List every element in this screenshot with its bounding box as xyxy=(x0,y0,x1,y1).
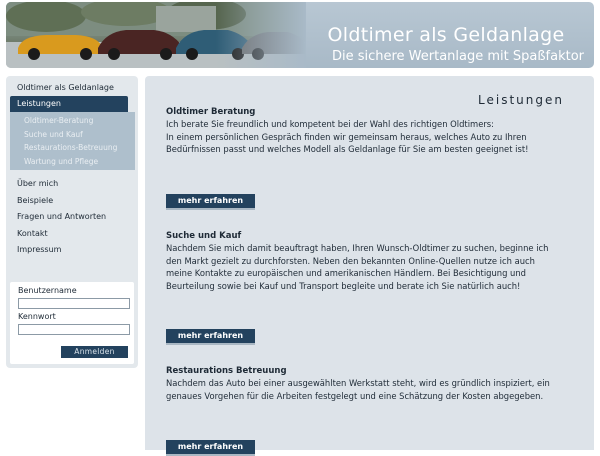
section-line: Ich berate Sie freundlich und kompetent … xyxy=(166,119,494,129)
section-text: Ich berate Sie freundlich und kompetent … xyxy=(166,118,571,156)
more-button-suche-und-kauf[interactable]: mehr erfahren xyxy=(166,329,255,345)
subnav-leistungen: Oldtimer-Beratung Suche und Kauf Restaur… xyxy=(10,112,135,170)
section-restaurations-betreuung: Restaurations Betreuung Nachdem das Auto… xyxy=(166,366,571,402)
nav-item-beispiele[interactable]: Beispiele xyxy=(6,193,138,210)
subnav-item-suche-und-kauf[interactable]: Suche und Kauf xyxy=(10,128,135,142)
section-text: Nachdem das Auto bei einer ausgewählten … xyxy=(166,377,571,402)
header-banner: Oldtimer als Geldanlage Die sichere Wert… xyxy=(6,2,594,68)
nav-item-leistungen[interactable]: Leistungen xyxy=(10,96,128,112)
more-button-restaurations-betreuung[interactable]: mehr erfahren xyxy=(166,440,255,456)
nav-item-oldtimer-als-geldanlage[interactable]: Oldtimer als Geldanlage xyxy=(6,80,138,96)
section-suche-und-kauf: Suche und Kauf Nachdem Sie mich damit be… xyxy=(166,231,571,292)
classic-cars-illustration xyxy=(6,2,306,68)
site-subtitle: Die sichere Wertanlage mit Spaßfaktor xyxy=(331,49,584,64)
section-line: Bedürfnissen passt und welches Modell al… xyxy=(166,144,529,155)
more-button-oldtimer-beratung[interactable]: mehr erfahren xyxy=(166,194,255,210)
main-nav: Oldtimer als Geldanlage Leistungen xyxy=(6,76,138,112)
nav-item-fragen-und-antworten[interactable]: Fragen und Antworten xyxy=(6,209,138,226)
login-button[interactable]: Anmelden xyxy=(61,346,128,358)
password-field[interactable] xyxy=(18,324,130,335)
section-line: In einem persönlichen Gespräch finden wi… xyxy=(166,131,527,142)
nav-item-impressum[interactable]: Impressum xyxy=(6,242,138,259)
password-label: Kennwort xyxy=(18,312,56,321)
nav-item-ueber-mich[interactable]: Über mich xyxy=(6,176,138,193)
secondary-nav: Über mich Beispiele Fragen und Antworten… xyxy=(6,170,138,259)
username-field[interactable] xyxy=(18,298,130,309)
sidebar: Oldtimer als Geldanlage Leistungen Oldti… xyxy=(6,76,138,368)
nav-item-kontakt[interactable]: Kontakt xyxy=(6,226,138,243)
section-line: Beurteilung sowie bei Kauf und Transport… xyxy=(166,280,521,291)
section-line: Nachdem das Auto bei einer ausgewählten … xyxy=(166,378,550,388)
page-title: Leistungen xyxy=(478,93,564,107)
section-line: meine Kontakte zu europäischen und ameri… xyxy=(166,268,526,279)
section-title: Suche und Kauf xyxy=(166,231,242,241)
section-line: den Markt gezielt zu durchforsten. Neben… xyxy=(166,255,535,266)
subnav-item-oldtimer-beratung[interactable]: Oldtimer-Beratung xyxy=(10,114,135,128)
site-title: Oldtimer als Geldanlage xyxy=(327,24,565,46)
section-line: Nachdem Sie mich damit beauftragt haben,… xyxy=(166,243,549,253)
section-line: genaues Vorgehen für die Arbeiten festge… xyxy=(166,390,544,401)
subnav-item-restaurations-betreuung[interactable]: Restaurations-Betreuung xyxy=(10,141,135,155)
classic-cars-photo xyxy=(6,2,306,68)
subnav-item-wartung-und-pflege[interactable]: Wartung und Pflege xyxy=(10,155,135,169)
username-label: Benutzername xyxy=(18,286,77,295)
section-text: Nachdem Sie mich damit beauftragt haben,… xyxy=(166,242,571,292)
main-content: Leistungen Oldtimer Beratung Ich berate … xyxy=(145,76,594,456)
section-oldtimer-beratung: Oldtimer Beratung Ich berate Sie freundl… xyxy=(166,107,571,156)
section-title: Restaurations Betreuung xyxy=(166,366,287,376)
section-title: Oldtimer Beratung xyxy=(166,107,256,117)
